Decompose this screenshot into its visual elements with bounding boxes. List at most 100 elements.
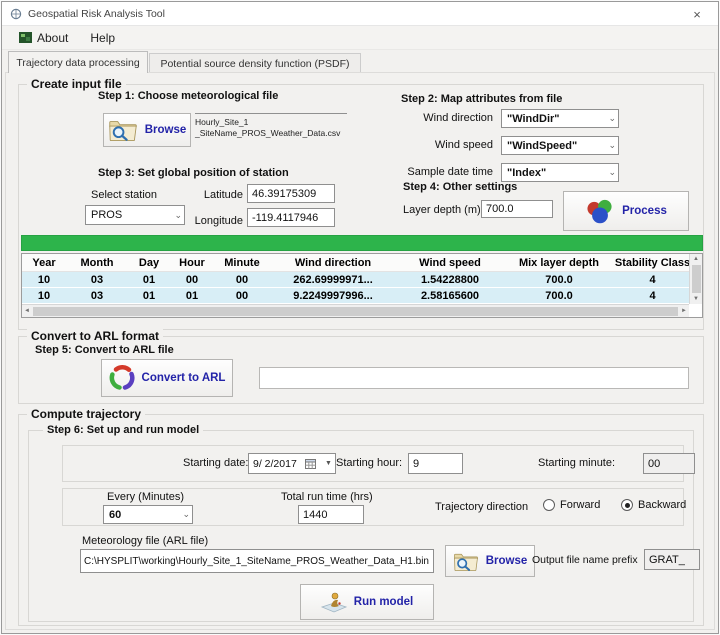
longitude-field[interactable] xyxy=(247,208,335,227)
process-progress-bar xyxy=(21,235,703,251)
step5-title: Step 5: Convert to ARL file xyxy=(35,344,174,356)
cell: 1.54228800 xyxy=(396,272,504,287)
app-window: Geospatial Risk Analysis Tool × About He… xyxy=(1,1,719,634)
step1-browse-label: Browse xyxy=(145,124,187,136)
tab1-label: Trajectory data processing xyxy=(16,57,139,69)
horizontal-scrollbar[interactable]: ◄ ► xyxy=(22,304,689,317)
tab-trajectory-data-processing[interactable]: Trajectory data processing xyxy=(8,51,148,73)
starting-date-picker[interactable]: 9/ 2/2017 ▼ xyxy=(248,453,336,474)
compute-trajectory-legend: Compute trajectory xyxy=(27,407,145,421)
app-icon xyxy=(10,8,22,20)
cell: 00 xyxy=(170,272,214,287)
forward-label: Forward xyxy=(560,499,600,511)
close-button[interactable]: × xyxy=(676,2,718,26)
met-file-path-field[interactable] xyxy=(80,549,434,573)
cell: 700.0 xyxy=(504,288,614,303)
scroll-left-icon[interactable]: ◄ xyxy=(22,306,32,316)
cell: 01 xyxy=(170,288,214,303)
convert-to-arl-button[interactable]: Convert to ARL xyxy=(101,359,233,397)
cell: 4 xyxy=(614,272,691,287)
run-model-button[interactable]: Run model xyxy=(300,584,434,620)
longitude-label: Longitude xyxy=(193,215,243,227)
tab-psdf[interactable]: Potential source density function (PSDF) xyxy=(149,53,361,73)
table-header-row: Year Month Day Hour Minute Wind directio… xyxy=(22,254,691,272)
column-header-minute[interactable]: Minute xyxy=(214,254,270,272)
vertical-scrollbar-thumb[interactable] xyxy=(692,265,701,293)
cell: 10 xyxy=(22,272,66,287)
latitude-label: Latitude xyxy=(199,189,243,201)
table-row[interactable]: 10 03 01 00 00 262.69999971... 1.5422880… xyxy=(22,272,691,288)
color-ring-icon xyxy=(109,365,135,391)
wind-speed-combobox[interactable]: "WindSpeed" ⌄ xyxy=(501,136,619,155)
menu-bar: About Help xyxy=(2,26,718,50)
column-header-mix-layer-depth[interactable]: Mix layer depth xyxy=(504,254,614,272)
process-button[interactable]: Process xyxy=(563,191,689,231)
total-run-time-field[interactable] xyxy=(298,505,364,524)
column-header-stability-class[interactable]: Stability Class xyxy=(614,254,691,272)
scroll-right-icon[interactable]: ► xyxy=(679,306,689,316)
step1-browse-button[interactable]: Browse xyxy=(103,113,191,147)
starting-minute-label: Starting minute: xyxy=(538,457,615,469)
wind-speed-value: "WindSpeed" xyxy=(507,140,577,152)
chevron-down-icon: ⌄ xyxy=(608,113,616,124)
met-file-browse-button[interactable]: Browse xyxy=(445,545,535,577)
total-run-time-label: Total run time (hrs) xyxy=(281,491,373,503)
chevron-down-icon: ⌄ xyxy=(608,167,616,178)
column-header-day[interactable]: Day xyxy=(128,254,170,272)
scroll-down-icon[interactable]: ▼ xyxy=(691,294,701,304)
chevron-down-icon: ⌄ xyxy=(182,509,190,520)
station-value: PROS xyxy=(91,209,122,221)
create-input-file-group: Create input file Step 1: Choose meteoro… xyxy=(18,84,704,330)
step2-title: Step 2: Map attributes from file xyxy=(401,93,562,105)
wind-direction-value: "WindDir" xyxy=(507,113,560,125)
table-row[interactable]: 10 03 01 01 00 9.2249997996... 2.5816560… xyxy=(22,288,691,304)
column-header-wind-direction[interactable]: Wind direction xyxy=(270,254,396,272)
step6-title: Step 6: Set up and run model xyxy=(43,424,203,436)
layer-depth-field[interactable] xyxy=(481,200,553,218)
sample-date-time-label: Sample date time xyxy=(379,166,493,178)
select-station-label: Select station xyxy=(91,189,157,201)
chevron-down-icon: ⌄ xyxy=(174,210,182,221)
step1-title: Step 1: Choose meteorological file xyxy=(98,90,278,102)
menu-help-label: Help xyxy=(90,31,115,45)
every-minutes-label: Every (Minutes) xyxy=(107,491,184,503)
menu-about[interactable]: About xyxy=(10,28,77,48)
vertical-scrollbar[interactable]: ▲ ▼ xyxy=(689,254,702,304)
starting-hour-field[interactable] xyxy=(408,453,463,474)
every-minutes-combobox[interactable]: 60 ⌄ xyxy=(103,505,193,524)
starting-date-value: 9/ 2/2017 xyxy=(253,458,297,470)
column-header-hour[interactable]: Hour xyxy=(170,254,214,272)
cell: 2.58165600 xyxy=(396,288,504,303)
radio-backward[interactable]: Backward xyxy=(621,499,686,511)
met-browse-label: Browse xyxy=(486,555,528,567)
create-input-file-legend: Create input file xyxy=(27,77,126,91)
file-name-line2: _SiteName_PROS_Weather_Data.csv xyxy=(195,128,347,139)
starting-minute-field[interactable] xyxy=(643,453,695,474)
station-combobox[interactable]: PROS ⌄ xyxy=(85,205,185,225)
rgb-circles-icon xyxy=(585,198,615,225)
menu-help[interactable]: Help xyxy=(81,28,124,48)
step4-title: Step 4: Other settings xyxy=(403,181,517,193)
trajectory-direction-label: Trajectory direction xyxy=(435,501,528,513)
starting-hour-label: Starting hour: xyxy=(336,457,402,469)
horizontal-scrollbar-thumb[interactable] xyxy=(33,307,678,316)
scroll-up-icon[interactable]: ▲ xyxy=(691,254,701,264)
sample-date-time-combobox[interactable]: "Index" ⌄ xyxy=(501,163,619,182)
wind-direction-label: Wind direction xyxy=(379,112,493,124)
convert-to-arl-label: Convert to ARL xyxy=(142,372,226,384)
wind-speed-label: Wind speed xyxy=(379,139,493,151)
column-header-month[interactable]: Month xyxy=(66,254,128,272)
wind-direction-combobox[interactable]: "WindDir" ⌄ xyxy=(501,109,619,128)
latitude-field[interactable] xyxy=(247,184,335,203)
backward-label: Backward xyxy=(638,499,686,511)
output-prefix-field[interactable] xyxy=(644,549,700,570)
radio-forward[interactable]: Forward xyxy=(543,499,600,511)
convert-arl-legend: Convert to ARL format xyxy=(27,329,163,343)
cell: 01 xyxy=(128,288,170,303)
column-header-wind-speed[interactable]: Wind speed xyxy=(396,254,504,272)
cell: 03 xyxy=(66,272,128,287)
window-title: Geospatial Risk Analysis Tool xyxy=(28,8,165,20)
column-header-year[interactable]: Year xyxy=(22,254,66,272)
output-prefix-label: Output file name prefix xyxy=(532,554,638,566)
file-name-line1: Hourly_Site_1 xyxy=(195,117,347,128)
